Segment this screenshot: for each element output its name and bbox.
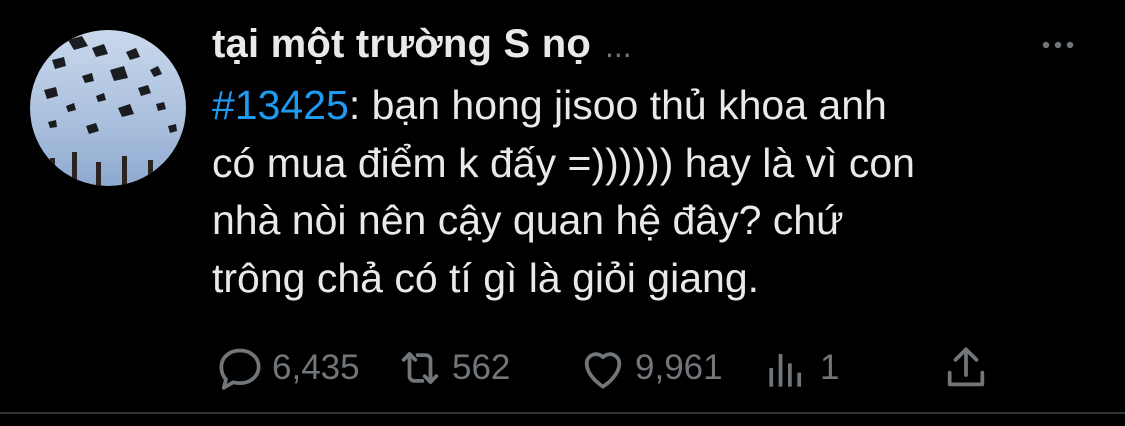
reply-button[interactable]: 6,435 — [212, 338, 360, 398]
name-ellipsis: ... — [604, 28, 632, 64]
analytics-icon — [760, 340, 816, 396]
heart-icon — [575, 340, 631, 396]
like-button[interactable]: 9,961 — [575, 338, 723, 398]
tweet-header: tại một trường S nọ ... — [212, 22, 632, 67]
avatar[interactable] — [30, 30, 186, 186]
action-bar: 6,435 562 9,961 1 — [0, 338, 1125, 398]
like-count: 9,961 — [635, 348, 723, 387]
hashtag-link[interactable]: #13425 — [212, 82, 349, 128]
display-name[interactable]: tại một trường S nọ — [212, 22, 591, 67]
tweet-text: #13425: bạn hong jisoo thủ khoa anh có m… — [212, 77, 1092, 307]
avatar-image — [30, 30, 186, 186]
divider — [0, 412, 1125, 414]
more-horizontal-icon — [1042, 41, 1074, 49]
reply-count: 6,435 — [272, 348, 360, 387]
retweet-button[interactable]: 562 — [392, 338, 510, 398]
views-count: 1 — [820, 348, 840, 387]
share-button[interactable] — [938, 338, 994, 398]
tweet-line: #13425: bạn hong jisoo thủ khoa anh — [212, 82, 887, 128]
views-button[interactable]: 1 — [760, 338, 839, 398]
share-icon — [938, 340, 994, 396]
tweet-line: có mua điểm k đấy =)))))) hay là vì con — [212, 139, 915, 186]
tweet-line: nhà nòi nên cậy quan hệ đây? chứ — [212, 197, 844, 243]
reply-icon — [212, 340, 268, 396]
tweet-line: trông chả có tí gì là giỏi giang. — [212, 254, 760, 301]
tweet-line-text: bạn hong jisoo thủ khoa anh — [371, 82, 887, 128]
retweet-icon — [392, 340, 448, 396]
retweet-count: 562 — [452, 348, 511, 387]
tweet[interactable]: tại một trường S nọ ... #13425: bạn hong… — [0, 0, 1125, 426]
more-button[interactable] — [1040, 30, 1076, 60]
